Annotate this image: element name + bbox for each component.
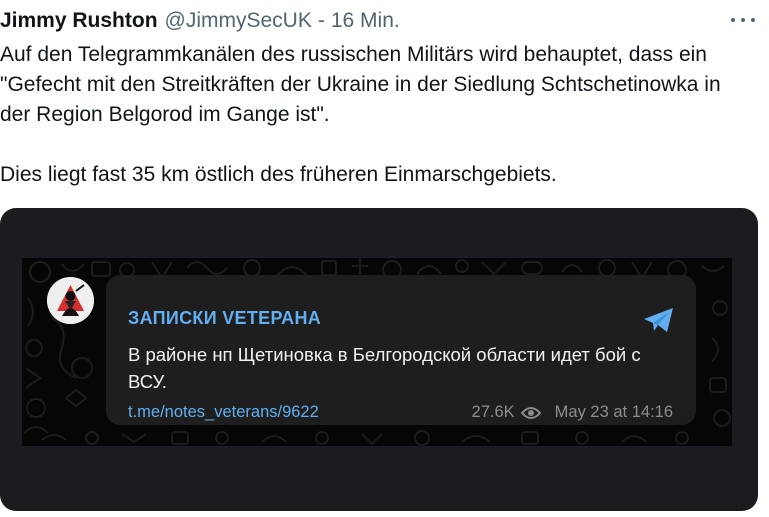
message-text: В районе нп Щетиновка в Белгородской обл…	[128, 344, 641, 392]
telegram-message-bubble: ЗАПИСКИ VЕТЕРАНА В районе нп Щетиновка в…	[106, 275, 696, 425]
tweet-text: Auf den Telegrammkanälen des russischen …	[0, 40, 755, 190]
channel-name[interactable]: ЗАПИСКИ VЕТЕРАНА	[128, 308, 321, 329]
author-name[interactable]: Jimmy Rushton	[0, 9, 158, 33]
tweet: Jimmy Rushton @JimmySecUK - 16 Min. Auf …	[0, 0, 769, 517]
message-date: May 23 at 14:16	[554, 403, 673, 421]
tweet-media-image[interactable]: ЗАПИСКИ VЕТЕРАНА В районе нп Щетиновка в…	[0, 208, 758, 511]
tweet-paragraph: Dies liegt fast 35 km östlich des früher…	[0, 163, 557, 186]
channel-avatar[interactable]	[47, 277, 94, 324]
tweet-paragraph: Auf den Telegrammkanälen des russischen …	[0, 43, 721, 126]
eye-icon	[520, 406, 541, 419]
veteran-soldier-icon	[47, 277, 94, 324]
header-separator: -	[317, 9, 325, 32]
telegram-share-icon[interactable]	[642, 306, 676, 334]
message-meta: 27.6K May 23 at 14:16	[472, 403, 673, 422]
message-link[interactable]: t.me/notes_veterans/9622	[128, 403, 319, 422]
views-count: 27.6K	[471, 403, 515, 421]
more-horizontal-icon[interactable]	[731, 10, 755, 30]
tweet-timestamp[interactable]: 16 Min.	[331, 9, 400, 33]
tweet-header: Jimmy Rushton @JimmySecUK - 16 Min.	[0, 8, 769, 34]
telegram-screenshot: ЗАПИСКИ VЕТЕРАНА В районе нп Щетиновка в…	[22, 258, 732, 446]
author-handle[interactable]: @JimmySecUK	[165, 9, 312, 33]
